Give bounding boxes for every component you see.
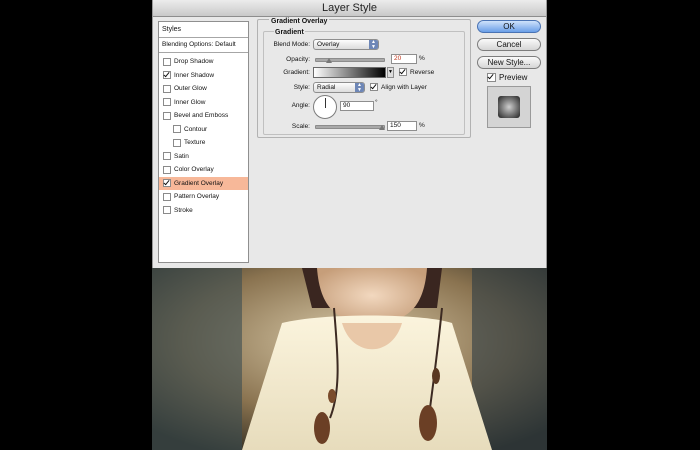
checkbox-icon[interactable] (163, 206, 171, 215)
opacity-slider-thumb[interactable] (326, 58, 332, 63)
blend-mode-select[interactable]: Overlay ▲ ▼ (313, 39, 379, 50)
scale-slider-thumb[interactable] (379, 125, 385, 130)
ok-button[interactable]: OK (477, 20, 541, 33)
checkbox-icon[interactable] (163, 179, 171, 188)
styles-item-label: Contour (184, 125, 208, 133)
align-with-layer-label: Align with Layer (381, 83, 427, 91)
gradient-preview-swatch[interactable] (313, 67, 386, 78)
styles-list: Styles Blending Options: Default Drop Sh… (158, 21, 249, 263)
canvas-photo (152, 268, 547, 450)
checkbox-icon[interactable] (163, 111, 171, 120)
chevron-updown-icon: ▲ ▼ (369, 40, 378, 49)
styles-item-label: Bevel and Emboss (174, 112, 229, 120)
styles-item-gradient-overlay[interactable]: Gradient Overlay (159, 176, 248, 190)
preview-label: Preview (499, 73, 528, 82)
checkbox-icon[interactable] (163, 192, 171, 201)
gradient-overlay-title: Gradient Overlay (269, 18, 330, 25)
styles-item-label: Satin (174, 152, 189, 160)
styles-item-texture[interactable]: Texture (159, 136, 248, 150)
angle-label: Angle: (291, 102, 310, 109)
styles-item-label: Texture (184, 139, 206, 147)
styles-item-satin[interactable]: Satin (159, 150, 248, 164)
styles-item-label: Stroke (174, 206, 193, 214)
blend-mode-label: Blend Mode: (273, 41, 311, 48)
styles-item-pattern-overlay[interactable]: Pattern Overlay (159, 190, 248, 204)
checkbox-check-icon (487, 73, 496, 82)
angle-input[interactable]: 90 (340, 101, 374, 111)
chevron-updown-icon: ▲ ▼ (355, 83, 364, 92)
preview-checkbox[interactable]: Preview (487, 73, 527, 82)
layer-style-dialog: Layer Style Styles Blending Options: Def… (152, 0, 547, 268)
opacity-label: Opacity: (286, 56, 310, 63)
scale-label: Scale: (291, 123, 310, 130)
checkbox-icon[interactable] (163, 165, 171, 174)
checkbox-icon[interactable] (173, 125, 181, 134)
styles-item-inner-shadow[interactable]: Inner Shadow (159, 69, 248, 83)
scale-slider[interactable] (315, 125, 385, 129)
styles-item-drop-shadow[interactable]: Drop Shadow (159, 55, 248, 69)
styles-item-label: Inner Shadow (174, 71, 215, 79)
styles-item-label: Pattern Overlay (174, 193, 220, 201)
styles-item-color-overlay[interactable]: Color Overlay (159, 163, 248, 177)
checkbox-check-icon (399, 68, 407, 76)
checkbox-icon[interactable] (163, 71, 171, 80)
reverse-label: Reverse (410, 68, 435, 76)
checkbox-icon[interactable] (163, 98, 171, 107)
checkbox-icon[interactable] (163, 57, 171, 66)
opacity-unit: % (419, 55, 425, 62)
opacity-input[interactable]: 20 (391, 54, 417, 64)
styles-item-label: Drop Shadow (174, 58, 214, 66)
cancel-button[interactable]: Cancel (477, 38, 541, 51)
styles-header[interactable]: Styles (159, 22, 248, 38)
reverse-checkbox[interactable]: Reverse (399, 68, 434, 76)
dialog-title: Layer Style (153, 0, 546, 17)
gradient-style-select[interactable]: Radial ▲ ▼ (313, 82, 365, 93)
blend-mode-value: Overlay (317, 41, 340, 48)
gradient-dropdown-arrow-icon[interactable]: ▼ (387, 67, 394, 78)
style-preview-box (487, 86, 531, 128)
gradient-subgroup-title: Gradient (274, 29, 305, 36)
style-preview-swatch (498, 96, 520, 118)
checkbox-icon[interactable] (163, 84, 171, 93)
gradient-style-value: Radial (317, 84, 336, 91)
styles-item-label: Outer Glow (174, 85, 207, 93)
scale-input[interactable]: 150 (387, 121, 417, 131)
styles-item-bevel-and-emboss[interactable]: Bevel and Emboss (159, 109, 248, 123)
styles-item-label: Color Overlay (174, 166, 214, 174)
gradient-label: Gradient: (283, 69, 310, 76)
scale-unit: % (419, 122, 425, 129)
angle-dial-needle (325, 98, 326, 108)
style-label: Style: (293, 84, 310, 91)
blending-options-item[interactable]: Blending Options: Default (159, 38, 248, 53)
styles-item-outer-glow[interactable]: Outer Glow (159, 82, 248, 96)
angle-unit: ° (375, 99, 378, 106)
new-style-button[interactable]: New Style... (477, 56, 541, 69)
checkbox-check-icon (370, 83, 378, 91)
checkbox-icon[interactable] (173, 138, 181, 147)
align-with-layer-checkbox[interactable]: Align with Layer (370, 83, 427, 91)
angle-dial[interactable] (313, 95, 337, 119)
checkbox-icon[interactable] (163, 152, 171, 161)
styles-item-label: Gradient Overlay (174, 179, 224, 187)
styles-item-inner-glow[interactable]: Inner Glow (159, 96, 248, 110)
styles-item-label: Inner Glow (174, 98, 206, 106)
styles-item-contour[interactable]: Contour (159, 123, 248, 137)
styles-item-stroke[interactable]: Stroke (159, 204, 248, 218)
